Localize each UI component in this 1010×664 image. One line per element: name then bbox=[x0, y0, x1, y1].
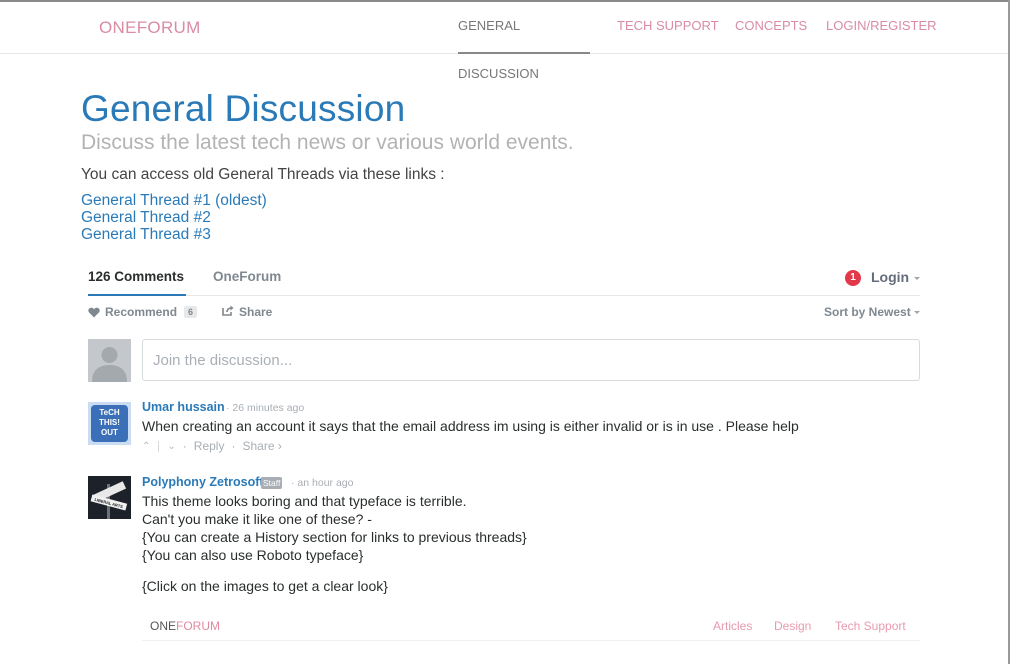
comment-text-line: {Click on the images to get a clear look… bbox=[142, 578, 388, 594]
tab-oneforum[interactable]: OneForum bbox=[213, 269, 281, 284]
comment-text-line: {You can create a History section for li… bbox=[142, 529, 527, 545]
nav-tech-support[interactable]: TECH SUPPORT bbox=[617, 2, 719, 54]
heart-icon bbox=[88, 307, 100, 318]
comment-text-line: Can't you make it like one of these? - bbox=[142, 511, 372, 527]
preview-divider bbox=[142, 640, 920, 641]
brand-logo[interactable]: ONEFORUM bbox=[99, 18, 201, 38]
svg-text:THIS!: THIS! bbox=[99, 418, 120, 427]
thread-link-1[interactable]: General Thread #1 (oldest) bbox=[81, 192, 267, 210]
comment-input[interactable] bbox=[142, 339, 920, 381]
preview-link-tech-support: Tech Support bbox=[835, 619, 906, 633]
share-label: Share bbox=[239, 305, 273, 319]
share-icon bbox=[222, 305, 234, 319]
page-title: General Discussion bbox=[81, 88, 406, 129]
avatar bbox=[88, 339, 131, 382]
preview-link-articles: Articles bbox=[713, 619, 753, 633]
comment-text-line: {You can also use Roboto typeface} bbox=[142, 547, 364, 563]
login-button[interactable]: Login bbox=[871, 269, 909, 285]
user-silhouette-icon bbox=[88, 339, 131, 382]
preview-brand: ONEFORUM bbox=[150, 619, 221, 633]
upvote-icon[interactable]: ⌃ bbox=[142, 441, 150, 452]
avatar[interactable]: TeCH THIS! OUT bbox=[88, 402, 131, 445]
share-button[interactable]: Share bbox=[222, 305, 272, 319]
chevron-down-icon[interactable] bbox=[914, 277, 920, 280]
notification-badge[interactable]: 1 bbox=[845, 270, 861, 286]
comment-timestamp[interactable]: · an hour ago bbox=[291, 477, 353, 489]
recommend-button[interactable]: Recommend 6 bbox=[88, 305, 198, 319]
comment-author[interactable]: Umar hussain bbox=[142, 400, 225, 414]
comment-actions: ⌃ ⌄ · Reply · Share › bbox=[142, 439, 282, 453]
comment-timestamp[interactable]: · 26 minutes ago bbox=[226, 402, 304, 414]
comment-text: When creating an account it says that th… bbox=[142, 418, 799, 434]
recommend-count: 6 bbox=[184, 306, 198, 318]
sort-dropdown[interactable]: Sort by Newest bbox=[824, 305, 911, 319]
recommend-label: Recommend bbox=[105, 305, 178, 319]
chevron-down-icon[interactable] bbox=[914, 311, 920, 314]
intro-text: You can access old General Threads via t… bbox=[81, 166, 445, 183]
tabs-divider bbox=[88, 295, 920, 296]
nav-login-register[interactable]: LOGIN/REGISTER bbox=[826, 2, 937, 54]
comment-text-line: This theme looks boring and that typefac… bbox=[142, 493, 467, 509]
street-sign-image: LIBERAL ARTS bbox=[88, 476, 131, 519]
thread-link-2[interactable]: General Thread #2 bbox=[81, 209, 211, 227]
reply-link[interactable]: Reply bbox=[194, 439, 225, 453]
staff-badge: Staff bbox=[261, 477, 283, 489]
share-link[interactable]: Share › bbox=[242, 439, 281, 453]
nav-concepts[interactable]: CONCEPTS bbox=[735, 2, 807, 54]
comment-author[interactable]: Polyphony Zetrosoft bbox=[142, 475, 264, 489]
preview-link-design: Design bbox=[774, 619, 812, 633]
avatar[interactable]: LIBERAL ARTS bbox=[88, 476, 131, 519]
nav-general-discussion[interactable]: GENERAL DISCUSSION bbox=[458, 2, 590, 81]
downvote-icon[interactable]: ⌄ bbox=[167, 441, 175, 452]
page-subtitle: Discuss the latest tech news or various … bbox=[81, 131, 574, 154]
thread-link-3[interactable]: General Thread #3 bbox=[81, 226, 211, 244]
tech-this-out-logo: TeCH THIS! OUT bbox=[88, 402, 131, 445]
active-tab-indicator bbox=[88, 294, 186, 296]
svg-text:OUT: OUT bbox=[101, 428, 118, 437]
avatar-text: TeCH bbox=[99, 408, 120, 417]
tab-comments[interactable]: 126 Comments bbox=[88, 269, 184, 284]
navbar: ONEFORUM GENERAL DISCUSSION TECH SUPPORT… bbox=[0, 2, 1008, 81]
